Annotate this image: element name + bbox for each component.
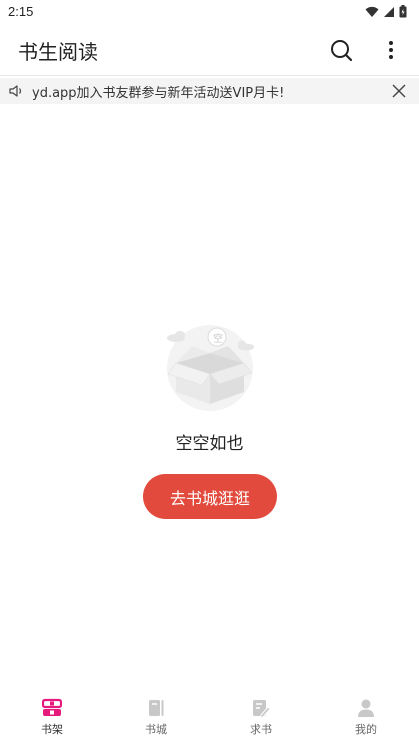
profile-icon: [358, 699, 374, 717]
nav-item-bookstore[interactable]: 书城: [104, 692, 208, 745]
close-icon[interactable]: [390, 82, 408, 100]
more-options-button[interactable]: [377, 36, 405, 64]
status-time: 2:15: [8, 4, 34, 19]
search-button[interactable]: [327, 36, 355, 64]
search-icon: [331, 40, 353, 62]
browse-bookstore-button[interactable]: 去书城逛逛: [143, 474, 277, 519]
battery-icon: [399, 5, 407, 18]
empty-message: 空空如也: [175, 434, 244, 454]
bottom-nav: 书架 书城 求书 我的: [0, 692, 419, 745]
status-bar: 2:15: [0, 0, 419, 24]
notice-bar: yd.app加入书友群参与新年活动送VIP月卡!: [0, 78, 419, 104]
app-title: 书生阅读: [18, 40, 98, 64]
empty-badge-text: 空: [213, 334, 223, 345]
status-icons: [365, 5, 407, 18]
nav-item-bookshelf[interactable]: 书架: [0, 692, 104, 745]
bookshelf-icon: [42, 698, 62, 716]
nav-item-request-book[interactable]: 求书: [209, 692, 313, 745]
wifi-icon: [365, 6, 379, 17]
app-bar: 书生阅读: [0, 24, 419, 76]
more-vertical-icon: [389, 41, 393, 59]
nav-label-bookshelf: 书架: [41, 723, 63, 736]
nav-label-bookstore: 书城: [145, 723, 167, 736]
empty-box-illustration: [167, 325, 254, 411]
speaker-icon: [9, 85, 22, 97]
nav-item-profile[interactable]: 我的: [314, 692, 418, 745]
request-book-icon: [253, 700, 271, 718]
nav-label-profile: 我的: [355, 723, 377, 736]
signal-icon: [384, 6, 394, 17]
nav-label-request-book: 求书: [250, 723, 272, 736]
bookstore-icon: [149, 700, 164, 716]
notice-text[interactable]: yd.app加入书友群参与新年活动送VIP月卡!: [32, 82, 382, 101]
